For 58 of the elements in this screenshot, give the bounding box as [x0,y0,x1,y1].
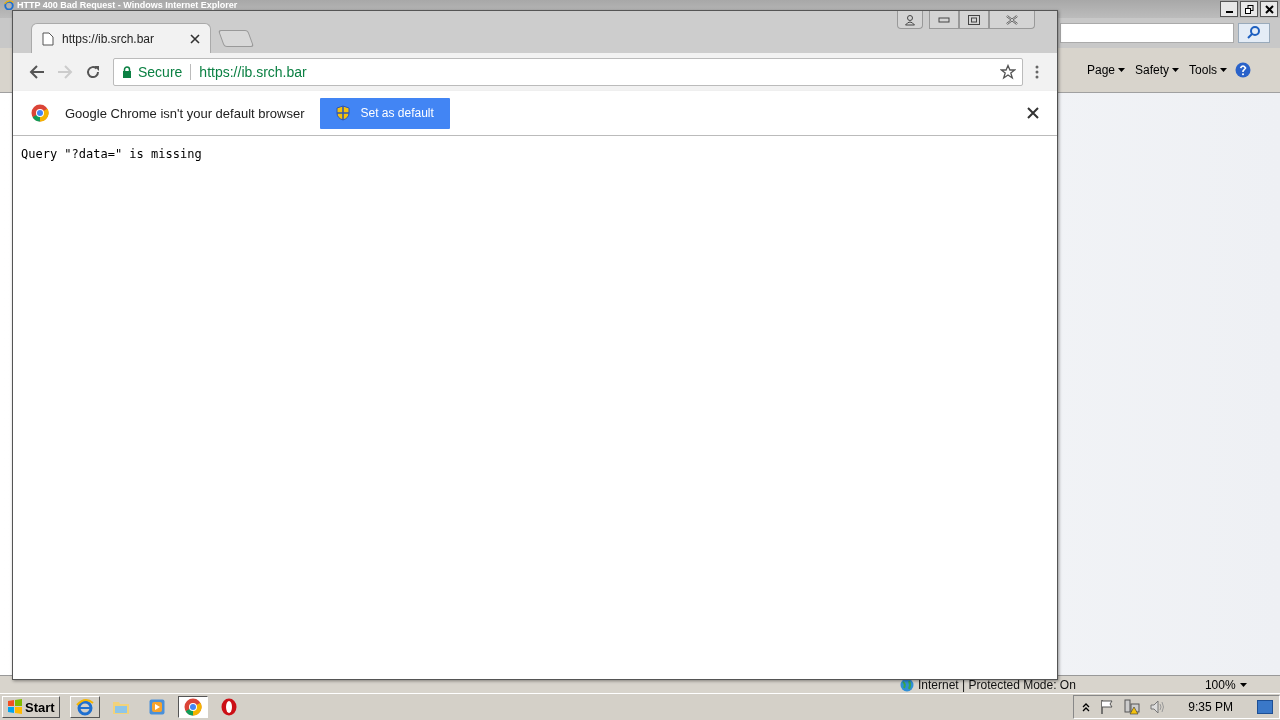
status-text: Internet | Protected Mode: On [918,677,1076,692]
search-icon [1247,24,1261,39]
caret-icon[interactable] [1239,682,1247,687]
chevron-up-icon[interactable] [1082,702,1091,712]
minimize-icon [938,16,950,23]
chrome-logo-icon [31,104,49,122]
browser-tab[interactable]: https://ib.srch.bar [31,23,211,53]
profile-button[interactable] [897,11,923,29]
lock-icon [122,66,132,78]
minimize-button[interactable] [1220,1,1238,17]
search-field[interactable] [1060,23,1234,43]
windows-logo-icon [7,699,23,715]
security-label: Secure [138,64,183,80]
star-icon[interactable] [1000,64,1016,80]
page-text: Query "?data=" is missing [21,147,202,161]
infobar-message: Google Chrome isn't your default browser [65,105,305,121]
menu-icon[interactable] [1035,65,1039,79]
browser-logo-icon [75,698,94,716]
clock[interactable]: 9:35 PM [1188,700,1233,714]
chrome-taskbar-button[interactable] [177,696,208,718]
maximize-button[interactable] [959,11,989,29]
ie-taskbar-button[interactable] [69,696,100,718]
flag-icon[interactable] [1100,699,1115,715]
close-icon[interactable] [190,33,200,44]
window-title: HTTP 400 Bad Request - Windows Internet Explorer [17,0,238,10]
help-icon[interactable] [1235,62,1252,78]
back-icon[interactable] [29,64,45,80]
network-warning-icon[interactable] [1124,699,1141,715]
close-button[interactable] [1260,1,1278,17]
person-icon [904,13,916,26]
search-button[interactable] [1238,23,1270,43]
url-text: https://ib.srch.bar [199,64,307,80]
speaker-icon[interactable] [1150,699,1167,715]
close-icon [1264,4,1274,14]
chrome-logo-icon [183,698,202,716]
play-icon [148,699,165,715]
set-default-button[interactable]: Set as default [320,97,450,129]
command-menu[interactable]: Tools [1187,63,1230,77]
caret-icon [1172,68,1180,72]
caret-icon [1118,68,1126,72]
caret-icon [1220,68,1228,72]
address-bar[interactable]: Secure https://ib.srch.bar [113,58,1023,86]
page-icon [42,31,54,46]
command-menu[interactable]: Safety [1133,63,1182,77]
command-menu[interactable]: Page [1085,63,1128,77]
shield-icon [336,105,351,121]
close-icon [1006,14,1018,25]
folder-icon [111,699,130,715]
zoom-level[interactable]: 100% [1204,677,1236,692]
opera-logo-icon [220,698,237,716]
minimize-icon [1225,10,1233,13]
close-icon[interactable] [1027,107,1039,119]
restore-icon [1244,4,1254,14]
browser-logo-icon [4,0,14,10]
reload-icon[interactable] [85,64,101,80]
restore-button[interactable] [1240,1,1258,17]
start-button[interactable]: Start [2,696,60,718]
maximize-icon [968,14,980,25]
